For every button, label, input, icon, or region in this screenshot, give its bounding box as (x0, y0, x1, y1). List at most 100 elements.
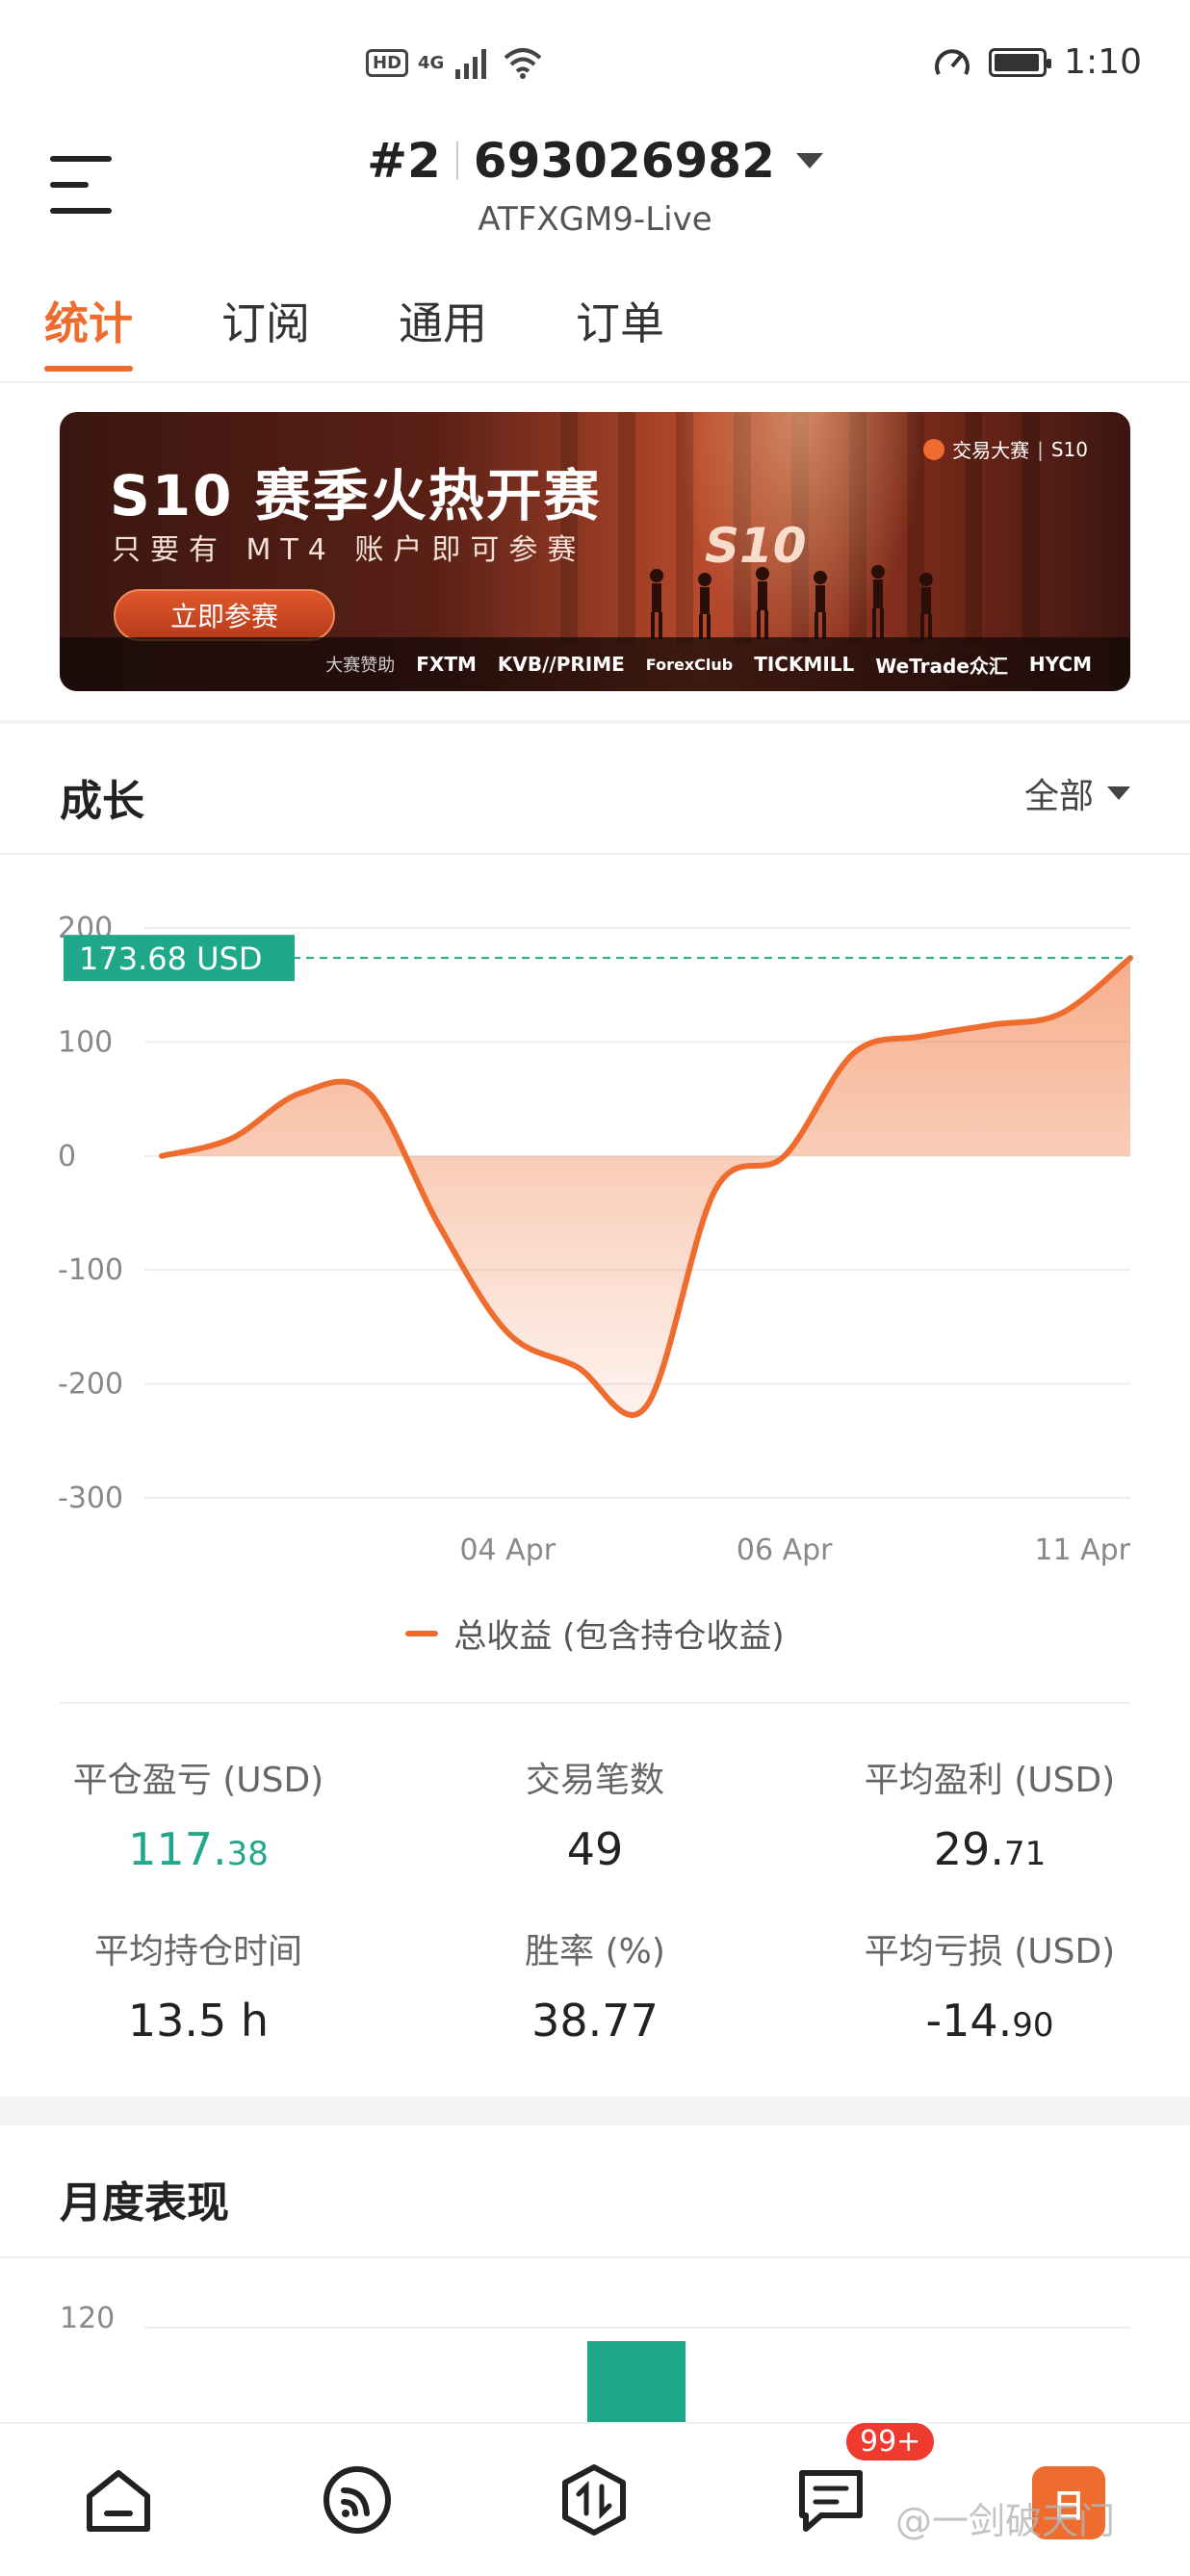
tab-statistics[interactable]: 统计 (44, 289, 133, 372)
stat-value-main: 29. (933, 1823, 1004, 1875)
growth-title: 成长 (60, 777, 144, 826)
nav-messages[interactable] (788, 2457, 874, 2543)
legend-swatch (405, 1630, 439, 1636)
section-divider (0, 720, 1190, 724)
stat-value: 38.77 (402, 1995, 788, 2047)
account-divider (455, 142, 458, 180)
stat-win-rate: 胜率 (%) 38.77 (402, 1923, 788, 2047)
stat-closed-pnl: 平仓盈亏 (USD) 117.38 (6, 1752, 391, 1875)
chart-legend[interactable]: 总收益 (包含持仓收益) (0, 1610, 1190, 1657)
tab-subscriptions[interactable]: 订阅 (221, 289, 310, 372)
x-tick-label: 06 Apr (737, 1533, 833, 1567)
stat-value-main: 13.5 h (127, 1995, 270, 2047)
stats-divider (60, 1702, 1130, 1704)
stat-trade-count: 交易笔数 49 (402, 1752, 788, 1875)
join-contest-button[interactable]: 立即参赛 (114, 589, 335, 641)
dancers-illustration (650, 565, 933, 639)
stat-value-main: 49 (566, 1823, 624, 1875)
watermark: @一剑破天门 (895, 2500, 1116, 2542)
monthly-bar[interactable] (587, 2341, 686, 2426)
stat-label: 平均亏损 (USD) (864, 1932, 1116, 1971)
bottom-nav: 99+ 日 @一剑破天门 (0, 2420, 1190, 2576)
account-index: #2 (367, 133, 441, 189)
network-type: 4G (418, 52, 445, 73)
banner-brand-text: 交易大赛 (952, 439, 1030, 462)
monthly-header-divider (0, 2256, 1190, 2258)
clock: 1:10 (1064, 42, 1142, 82)
stat-label: 平仓盈亏 (USD) (72, 1761, 324, 1800)
stat-avg-profit: 平均盈利 (USD) 29.71 (797, 1752, 1182, 1875)
network-indicators: HD 4G (366, 46, 544, 79)
y-tick-label: -100 (58, 1253, 123, 1287)
nav-signals[interactable] (314, 2457, 401, 2543)
status-bar: HD 4G 1:10 (0, 0, 1190, 135)
sponsor-tickmill: TICKMILL (754, 653, 855, 676)
sponsor-forexclub: ForexClub (645, 655, 734, 674)
sponsor-fxtm: FXTM (416, 653, 477, 676)
y-tick-label: 100 (58, 1025, 113, 1059)
home-icon (87, 2470, 150, 2532)
account-server: ATFXGM9-Live (478, 200, 712, 239)
promo-banner[interactable]: S10 赛季火热开赛 只要有 MT4 账户即可参赛 立即参赛 S10 交易大赛 … (60, 412, 1130, 691)
brand-dot-icon (923, 438, 945, 460)
stat-value: 117.38 (6, 1823, 391, 1875)
stat-avg-loss: 平均亏损 (USD) -14.90 (797, 1923, 1182, 2047)
stat-value-main: 117. (128, 1823, 227, 1875)
tab-bar: 统计 订阅 通用 订单 (44, 289, 664, 372)
sponsor-label: 大赛赞助 (325, 656, 396, 676)
account-selector[interactable]: #2 693026982 (0, 133, 1190, 189)
messages-icon (799, 2470, 863, 2532)
x-tick-label: 04 Apr (459, 1533, 556, 1567)
unread-badge: 99+ (843, 2420, 938, 2463)
stat-label: 平均盈利 (USD) (864, 1761, 1116, 1800)
legend-label: 总收益 (包含持仓收益) (453, 1617, 785, 1656)
account-number: 693026982 (473, 133, 775, 189)
tabs-divider (0, 381, 1190, 383)
stat-value: 13.5 h (6, 1995, 391, 2047)
stat-label: 平均持仓时间 (93, 1932, 302, 1971)
wifi-icon (504, 48, 542, 79)
banner-title: S10 赛季火热开赛 (110, 463, 602, 528)
stat-value: 49 (402, 1823, 788, 1875)
banner-brand-logo: 交易大赛 | S10 (923, 435, 1088, 463)
stat-value-decimals: 38 (226, 1835, 269, 1873)
section-divider (0, 2097, 1190, 2125)
signal-bars-icon (455, 49, 487, 79)
growth-header-divider (0, 853, 1190, 855)
sponsor-kvb: KVB//PRIME (497, 653, 625, 676)
x-tick-label: 11 Apr (1034, 1533, 1130, 1567)
battery-icon (989, 47, 1052, 77)
nav-home[interactable] (75, 2457, 162, 2543)
sponsor-wetrade: WeTrade众汇 (875, 654, 1008, 678)
period-filter[interactable]: 全部 (1024, 768, 1130, 818)
growth-chart[interactable]: 2001000-100-200-300173.68 USD04 Apr 06 Ap… (0, 895, 1190, 1588)
nav-trade[interactable] (551, 2457, 637, 2543)
tab-orders[interactable]: 订单 (576, 289, 664, 372)
system-indicators: 1:10 (933, 42, 1142, 82)
period-filter-label: 全部 (1023, 777, 1094, 816)
stat-avg-holding-time: 平均持仓时间 13.5 h (6, 1923, 391, 2047)
stat-label: 胜率 (%) (525, 1932, 665, 1971)
stat-value: -14.90 (797, 1995, 1182, 2047)
sponsor-strip: 大赛赞助 FXTM KVB//PRIME ForexClub TICKMILL … (60, 637, 1130, 691)
hd-badge: HD (366, 48, 409, 77)
caret-down-icon (1107, 786, 1130, 800)
stat-value-main: 38.77 (531, 1995, 659, 2047)
monthly-chart[interactable]: 120 (0, 2291, 1190, 2426)
y-tick-label: -300 (58, 1481, 123, 1515)
stat-value-decimals: 90 (1012, 2006, 1054, 2045)
banner-season: S10 (1050, 437, 1088, 461)
speedometer-icon (935, 48, 970, 75)
tab-general[interactable]: 通用 (399, 289, 487, 372)
stat-value-main: -14. (925, 1995, 1013, 2047)
current-value-label: 173.68 USD (79, 940, 263, 977)
banner-subtitle: 只要有 MT4 账户即可参赛 (112, 533, 586, 567)
monthly-y-tick: 120 (60, 2302, 115, 2335)
monthly-title: 月度表现 (60, 2178, 229, 2228)
stat-label: 交易笔数 (525, 1761, 664, 1800)
stat-value: 29.71 (797, 1823, 1182, 1875)
y-tick-label: 0 (58, 1140, 76, 1173)
caret-down-icon (795, 153, 823, 168)
y-tick-label: -200 (58, 1368, 123, 1402)
trade-icon (562, 2464, 626, 2536)
